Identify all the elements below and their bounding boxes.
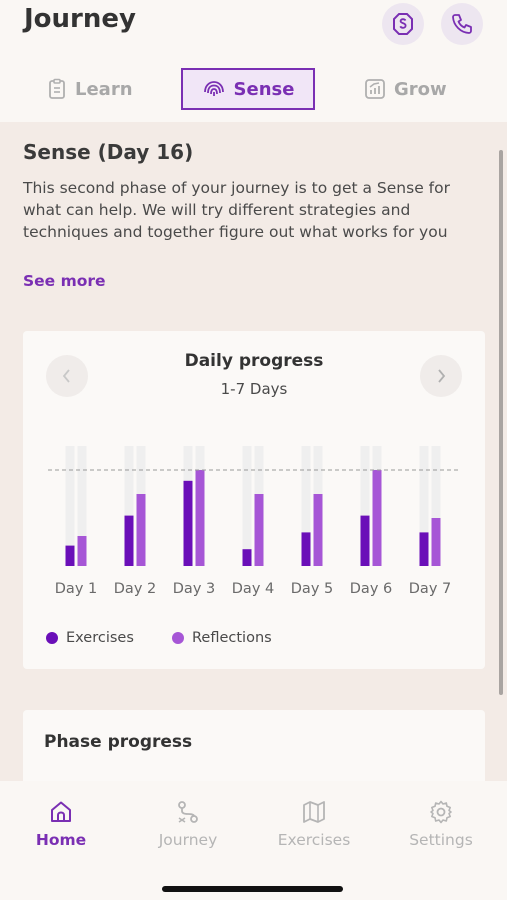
home-indicator (162, 886, 343, 892)
daily-progress-title: Daily progress (184, 351, 324, 371)
reflections-bar (431, 518, 441, 566)
app-header: Journey Learn Sense Grow (0, 0, 507, 122)
bar-track (242, 446, 252, 566)
content-scrollbar[interactable] (499, 150, 503, 695)
x-tick-label: Day 4 (232, 581, 274, 597)
legend-exercises: Exercises (46, 630, 134, 646)
sos-icon (393, 13, 413, 35)
reflections-bar (372, 470, 382, 566)
journey-icon (178, 801, 198, 823)
nav-journey-label: Journey (158, 831, 218, 849)
nav-settings[interactable]: Settings (391, 799, 491, 849)
nav-home-label: Home (35, 831, 87, 849)
exercises-bar (65, 545, 75, 566)
exercises-bar (360, 515, 370, 566)
phone-icon (452, 14, 472, 34)
x-tick-label: Day 7 (409, 581, 451, 597)
nav-journey[interactable]: Journey (138, 799, 238, 849)
reflections-bar (77, 536, 87, 566)
exercises-bar (124, 515, 134, 566)
exercises-bar (419, 532, 429, 566)
nav-exercises-label: Exercises (277, 831, 351, 849)
daily-progress-chart: Day 1 Day 2 Day 3 Day 4 Day 5 Day 6 Day 7 (48, 446, 460, 597)
phase-description: This second phase of your journey is to … (23, 179, 450, 241)
reflections-bar (254, 494, 264, 566)
next-week-button[interactable] (420, 355, 462, 397)
x-tick-label: Day 5 (291, 581, 333, 597)
map-icon (303, 801, 325, 823)
legend-reflections: Reflections (172, 630, 272, 646)
exercises-bar (301, 532, 311, 566)
sos-button[interactable] (382, 3, 424, 45)
chevron-right-icon (438, 369, 446, 383)
legend-reflections-label: Reflections (192, 630, 272, 646)
daily-progress-card: Daily progress 1-7 Days Day 1 Day 2 Day 3D… (23, 331, 485, 669)
legend-exercises-label: Exercises (66, 630, 134, 646)
see-more-link[interactable]: See more (23, 272, 106, 290)
phone-button[interactable] (441, 3, 483, 45)
nav-exercises[interactable]: Exercises (264, 799, 364, 849)
x-tick-label: Day 1 (55, 581, 97, 597)
reflections-bar (313, 494, 323, 566)
tab-learn-label: Learn (75, 78, 133, 100)
exercises-legend-dot (46, 632, 58, 644)
reflections-bar (136, 494, 146, 566)
tab-grow-label: Grow (394, 78, 447, 100)
tab-sense[interactable]: Sense (181, 68, 315, 110)
home-icon (51, 801, 71, 822)
x-tick-label: Day 6 (350, 581, 392, 597)
phase-progress-title: Phase progress (44, 732, 193, 752)
tab-grow[interactable]: Grow (364, 68, 474, 110)
tab-sense-label: Sense (233, 78, 295, 100)
nav-home[interactable]: Home (11, 799, 111, 849)
clipboard-icon (49, 78, 65, 99)
page-title: Journey (24, 4, 136, 34)
x-tick-label: Day 3 (173, 581, 215, 597)
phase-title: Sense (Day 16) (23, 140, 194, 164)
fingerprint-icon (203, 81, 224, 96)
growth-chart-icon (365, 79, 385, 99)
exercises-bar (183, 480, 193, 566)
exercises-bar (242, 549, 252, 566)
bottom-navigation: Home Journey Exercises Settings (0, 781, 507, 900)
phase-tabs: Learn Sense Grow (0, 68, 507, 110)
x-tick-label: Day 2 (114, 581, 156, 597)
reflections-legend-dot (172, 632, 184, 644)
daily-progress-range: 1-7 Days (220, 380, 288, 398)
gear-icon (430, 800, 452, 824)
tab-learn[interactable]: Learn (47, 68, 157, 110)
nav-settings-label: Settings (409, 831, 473, 849)
reflections-bar (195, 470, 205, 566)
